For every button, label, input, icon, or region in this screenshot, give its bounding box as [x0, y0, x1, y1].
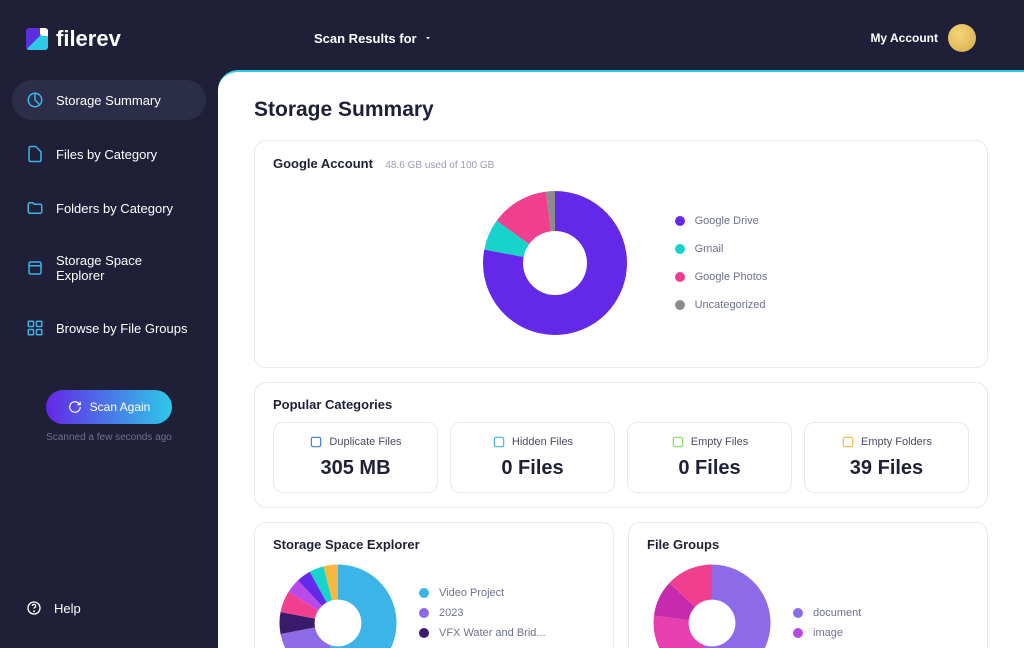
sidebar-item-storage-explorer[interactable]: Storage Space Explorer: [12, 242, 206, 294]
legend-item: Video Project: [419, 587, 546, 599]
category-label: Hidden Files: [512, 436, 573, 448]
legend-label: 2023: [439, 607, 463, 619]
sidebar-item-label: Files by Category: [56, 147, 157, 162]
account-label: My Account: [870, 31, 938, 45]
storage-explorer-card: Storage Space Explorer Video Project 2023…: [254, 522, 614, 648]
scan-again-button[interactable]: Scan Again: [46, 390, 173, 424]
category-value: 305 MB: [284, 457, 427, 480]
pie-icon: [26, 91, 44, 109]
legend-dot: [793, 628, 803, 638]
layers-icon: [26, 259, 44, 277]
category-card[interactable]: Duplicate Files 305 MB: [273, 422, 438, 493]
sidebar-item-label: Folders by Category: [56, 201, 173, 216]
legend-item: Gmail: [675, 243, 768, 255]
breadcrumb-label: Scan Results for: [314, 31, 417, 46]
legend-dot: [419, 608, 429, 618]
category-value: 39 Files: [815, 457, 958, 480]
category-icon: [671, 435, 685, 449]
legend-dot: [793, 608, 803, 618]
sidebar-nav: Storage Summary Files by Category Folder…: [12, 80, 206, 362]
category-label: Empty Folders: [861, 436, 932, 448]
sidebar-item-folders-category[interactable]: Folders by Category: [12, 188, 206, 228]
groups-legend: document image: [793, 607, 861, 639]
category-icon: [841, 435, 855, 449]
legend-item: image: [793, 627, 861, 639]
page-title: Storage Summary: [254, 98, 988, 122]
legend-item: Google Photos: [675, 271, 768, 283]
legend-item: 2023: [419, 607, 546, 619]
help-label: Help: [54, 601, 81, 616]
category-row: Duplicate Files 305 MB Hidden Files 0 Files…: [273, 422, 969, 493]
topbar: Scan Results for My Account: [218, 0, 1024, 70]
legend-label: Video Project: [439, 587, 504, 599]
content: Storage Summary Google Account 48.6 GB u…: [218, 70, 1024, 648]
main: Scan Results for My Account Storage Summ…: [218, 0, 1024, 648]
legend-label: Uncategorized: [695, 299, 766, 311]
legend-label: document: [813, 607, 861, 619]
sidebar: filerev Storage Summary Files by Categor…: [0, 0, 218, 648]
explorer-donut-chart: [273, 558, 403, 648]
sidebar-item-label: Storage Summary: [56, 93, 161, 108]
sidebar-item-files-category[interactable]: Files by Category: [12, 134, 206, 174]
category-label: Empty Files: [691, 436, 748, 448]
explorer-title: Storage Space Explorer: [273, 537, 595, 552]
help-icon: [26, 600, 42, 616]
file-icon: [26, 145, 44, 163]
category-value: 0 Files: [461, 457, 604, 480]
logo-icon: [26, 28, 48, 50]
legend-item: Google Drive: [675, 215, 768, 227]
legend-dot: [675, 244, 685, 254]
avatar: [948, 24, 976, 52]
legend-dot: [419, 628, 429, 638]
legend-item: VFX Water and Brid...: [419, 627, 546, 639]
popular-categories-card: Popular Categories Duplicate Files 305 MB…: [254, 382, 988, 508]
storage-legend: Google Drive Gmail Google Photos Uncategori…: [675, 215, 768, 311]
sidebar-item-file-groups[interactable]: Browse by File Groups: [12, 308, 206, 348]
grid-icon: [26, 319, 44, 337]
scan-status: Scanned a few seconds ago: [12, 432, 206, 443]
refresh-icon: [68, 400, 82, 414]
legend-label: image: [813, 627, 843, 639]
sidebar-item-label: Browse by File Groups: [56, 321, 188, 336]
category-card[interactable]: Empty Files 0 Files: [627, 422, 792, 493]
brand-name: filerev: [56, 26, 121, 52]
category-value: 0 Files: [638, 457, 781, 480]
groups-donut-chart: [647, 558, 777, 648]
legend-dot: [675, 300, 685, 310]
scan-button-label: Scan Again: [90, 400, 151, 414]
account-menu[interactable]: My Account: [870, 24, 976, 52]
account-card-title: Google Account: [273, 156, 373, 171]
legend-dot: [675, 216, 685, 226]
file-groups-card: File Groups document image: [628, 522, 988, 648]
groups-title: File Groups: [647, 537, 969, 552]
storage-donut-chart: [475, 183, 635, 343]
legend-label: Google Photos: [695, 271, 768, 283]
legend-dot: [675, 272, 685, 282]
category-label: Duplicate Files: [329, 436, 401, 448]
help-link[interactable]: Help: [12, 588, 206, 628]
account-card-subtitle: 48.6 GB used of 100 GB: [385, 160, 494, 171]
chevron-down-icon: [423, 33, 433, 43]
legend-dot: [419, 588, 429, 598]
explorer-legend: Video Project2023VFX Water and Brid...Vy…: [419, 587, 546, 648]
popular-title: Popular Categories: [273, 397, 969, 412]
category-card[interactable]: Hidden Files 0 Files: [450, 422, 615, 493]
legend-label: Gmail: [695, 243, 724, 255]
legend-label: Google Drive: [695, 215, 759, 227]
breadcrumb[interactable]: Scan Results for: [314, 31, 433, 46]
legend-label: VFX Water and Brid...: [439, 627, 546, 639]
sidebar-item-storage-summary[interactable]: Storage Summary: [12, 80, 206, 120]
category-card[interactable]: Empty Folders 39 Files: [804, 422, 969, 493]
brand-logo[interactable]: filerev: [12, 20, 206, 70]
category-icon: [309, 435, 323, 449]
category-icon: [492, 435, 506, 449]
sidebar-item-label: Storage Space Explorer: [56, 253, 192, 283]
legend-item: Uncategorized: [675, 299, 768, 311]
legend-item: document: [793, 607, 861, 619]
account-storage-card: Google Account 48.6 GB used of 100 GB Go…: [254, 140, 988, 368]
folder-icon: [26, 199, 44, 217]
